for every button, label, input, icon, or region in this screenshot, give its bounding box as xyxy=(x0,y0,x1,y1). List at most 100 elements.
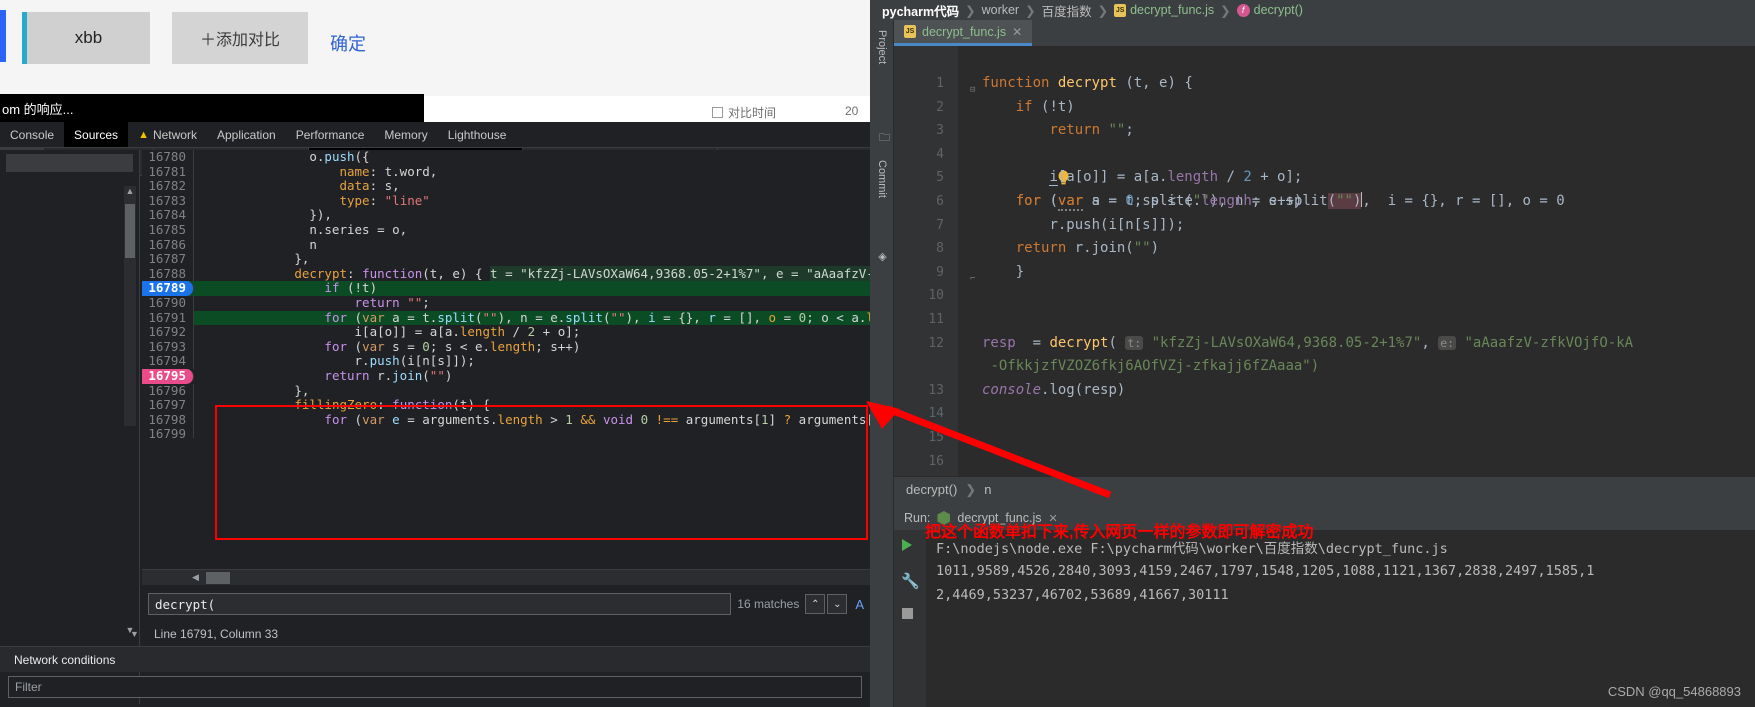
tab-network[interactable]: ▲ Network xyxy=(128,122,207,147)
code-line: 7 r.push(i[n[s]]); xyxy=(894,214,1755,238)
code-editor[interactable]: 16780 o.push({ 16781 name: t.word, 16782… xyxy=(142,150,870,438)
code-line: 16782 data: s, xyxy=(142,178,870,194)
breadcrumb-item-baidu[interactable]: 百度指数 xyxy=(1042,1,1092,20)
breadcrumb-separator: ❯ xyxy=(1097,3,1109,18)
breadcrumb-function[interactable]: decrypt() xyxy=(1254,3,1303,17)
line-number: 2 xyxy=(936,99,944,115)
line-code: for (var e = arguments.length > 1 && voi… xyxy=(324,411,870,427)
navigator-scrollbar[interactable] xyxy=(124,186,136,426)
settings-wrench-icon[interactable]: 🔧 xyxy=(901,572,920,590)
add-compare-button[interactable]: ＋添加对比 xyxy=(172,12,308,64)
line-number: 16798 xyxy=(142,412,194,428)
stop-icon[interactable] xyxy=(902,608,913,619)
line-number: 16797 xyxy=(142,397,194,413)
line-code: if (!t) xyxy=(194,281,870,296)
code-line: 16798 for (var e = arguments.length > 1 … xyxy=(142,411,870,428)
code-line: 16784 }), xyxy=(142,208,870,223)
line-code: return r.join("") xyxy=(1015,240,1160,257)
response-banner: om 的响应... xyxy=(0,94,424,122)
editor-tab-decrypt-func[interactable]: JS decrypt_func.js ✕ xyxy=(894,20,1033,46)
all-matches-label: A xyxy=(855,596,864,612)
line-number: 16784 xyxy=(142,208,194,223)
code-line: 2 if (!t) xyxy=(894,96,1755,120)
console-output-line-2: 2,4469,53237,46702,53689,41667,30111 xyxy=(936,587,1229,603)
collapse-icon[interactable]: ▼ xyxy=(130,629,139,639)
scroll-up-icon[interactable]: ▲ xyxy=(124,186,136,200)
run-console[interactable]: 🔧 F:\nodejs\node.exe F:\pycharm代码\worker… xyxy=(894,530,1755,707)
tab-sources[interactable]: Sources xyxy=(64,122,129,147)
scrollbar-thumb[interactable] xyxy=(125,204,135,258)
prev-match-button[interactable]: ⌃ xyxy=(805,594,826,614)
all-matches-button[interactable]: A xyxy=(855,597,864,612)
tab-application[interactable]: Application xyxy=(207,122,286,147)
breadcrumb: pycharm代码 ❯ worker ❯ 百度指数 ❯ JS decrypt_f… xyxy=(870,0,1755,20)
code-line: 12 resp = decrypt( t: "kfzZj-LAVsOXaW64,9… xyxy=(894,332,1755,356)
tab-performance[interactable]: Performance xyxy=(286,122,375,147)
line-number: 16780 xyxy=(142,150,194,165)
code-line: 16799 xyxy=(142,427,870,438)
drawer-title-label: Network conditions xyxy=(14,652,116,667)
close-icon[interactable]: ✕ xyxy=(1012,25,1022,39)
tab-application-label: Application xyxy=(216,127,276,142)
tab-console[interactable]: Console xyxy=(0,122,64,147)
editor-hscrollbar[interactable]: ◀ xyxy=(142,569,870,585)
checkbox-box xyxy=(712,107,723,118)
line-number: 16789 xyxy=(142,281,194,296)
code-line: 8 return r.join("") xyxy=(894,237,1755,261)
line-code: i[a[o]] = a[a.length / 2 + o]; xyxy=(354,324,581,340)
tab-lighthouse[interactable]: Lighthouse xyxy=(438,122,517,147)
compare-time-checkbox[interactable]: 对比时间 xyxy=(712,104,776,121)
line-code: name: t.word, xyxy=(339,163,438,179)
annotation-arrow-icon xyxy=(866,401,1112,499)
drawer-title: Network conditions xyxy=(0,646,870,672)
code-line: 6 for (var s = 0; s < e.length; s++) xyxy=(894,190,1755,214)
line-code: fillingZero: function(t) { xyxy=(294,397,491,413)
confirm-button[interactable]: 确定 xyxy=(330,30,366,56)
code-line: 16786 n xyxy=(142,237,870,253)
code-line: 9 ⌐ } xyxy=(894,261,1755,285)
code-line: 1 ⊟ function decrypt (t, e) { xyxy=(894,72,1755,96)
breadcrumb-file[interactable]: decrypt_func.js xyxy=(1130,3,1214,17)
tab-console-label: Console xyxy=(10,127,55,142)
line-number: 16790 xyxy=(142,295,194,311)
breadcrumb-separator: ❯ xyxy=(1220,3,1231,18)
line-number: 16788 xyxy=(142,266,194,282)
search-input[interactable]: decrypt( xyxy=(148,593,732,615)
watermark: CSDN @qq_54868893 xyxy=(1607,684,1741,699)
line-code: function decrypt (t, e) { xyxy=(982,75,1193,91)
hscrollbar-thumb[interactable] xyxy=(206,572,230,584)
breadcrumb-item-worker[interactable]: worker xyxy=(982,3,1020,17)
devtools-tabbar: Console Sources ▲ Network Application Per… xyxy=(0,122,870,148)
intention-bulb-icon[interactable] xyxy=(956,147,1069,185)
scroll-left-icon[interactable]: ◀ xyxy=(192,572,199,583)
code-line: 16785 n.series = o, xyxy=(142,222,870,238)
rerun-icon[interactable] xyxy=(902,539,912,551)
inline-value: t = "kfzZj-LAVsOXaW64,9368.05-2+1%7", e … xyxy=(490,265,870,281)
js-file-icon: JS xyxy=(904,25,916,38)
line-code: r.push(i[n[s]]); xyxy=(1049,216,1185,233)
search-input-value: decrypt( xyxy=(155,596,216,612)
rail-project-label[interactable]: Project xyxy=(876,30,888,64)
line-code: r.push(i[n[s]]); xyxy=(354,353,475,369)
navigator-row[interactable] xyxy=(6,154,133,172)
code-line: 11 xyxy=(894,308,1755,332)
next-match-button[interactable]: ⌄ xyxy=(827,594,848,614)
filter-input[interactable]: Filter xyxy=(8,676,862,698)
folder-icon: 🗀 xyxy=(879,128,891,147)
line-number: 10 xyxy=(928,288,944,304)
line-number: 16783 xyxy=(142,193,194,209)
line-code: } xyxy=(1015,263,1025,280)
code-line: 16780 o.push({ xyxy=(142,150,870,165)
tab-sources-label: Sources xyxy=(74,127,119,142)
add-compare-label: ＋添加对比 xyxy=(199,32,280,49)
line-code: for (var s = 0; s < e.length; s++) xyxy=(1015,192,1303,211)
rail-commit-label[interactable]: Commit xyxy=(876,160,888,198)
function-icon: f xyxy=(1236,3,1250,17)
line-number: 16782 xyxy=(142,179,194,194)
line-code: type: "line" xyxy=(339,192,430,208)
tab-memory[interactable]: Memory xyxy=(374,122,437,147)
keyword-box[interactable]: xbb xyxy=(22,12,150,64)
breadcrumb-root[interactable]: pycharm代码 xyxy=(882,1,959,20)
code-line: -OfkkjzfVZOZ6fkj6AOfVZj-zfkajj6fZAaaa") xyxy=(894,355,1755,379)
